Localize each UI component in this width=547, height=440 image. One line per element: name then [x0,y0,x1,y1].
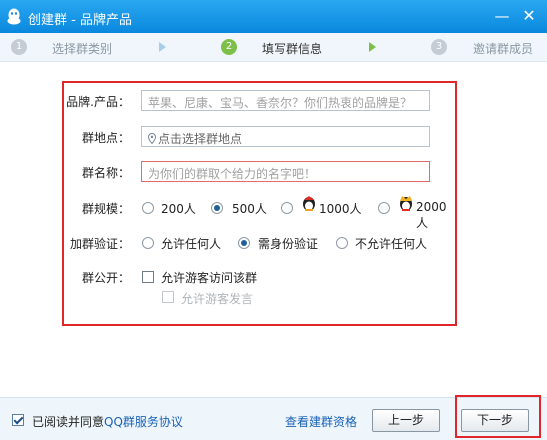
verify-anyone-radio[interactable] [142,237,154,249]
location-label: 群地点： [81,131,130,145]
scale-1000-radio[interactable] [281,202,293,214]
qq-penguin-icon [7,8,21,25]
scale-200-radio[interactable] [142,202,154,214]
brand-label: 品牌.产品： [66,95,130,109]
step-arrow-icon [369,42,376,52]
close-button[interactable]: ✕ [519,6,539,26]
service-agreement-link[interactable]: QQ群服务协议 [104,415,183,429]
scale-2000-radio[interactable] [378,202,390,214]
allow-visitor-label[interactable]: 允许游客访问该群 [161,269,257,286]
location-pin-icon [148,133,156,144]
prev-step-button[interactable]: 上一步 [372,409,440,432]
step-indicator: 1 选择群类别 2 填写群信息 3 邀请群成员 [0,33,547,62]
verify-identity-label[interactable]: 需身份验证 [258,235,318,252]
location-placeholder: 点击选择群地点 [158,132,243,146]
vip-penguin-icon [303,196,315,211]
minimize-button[interactable]: — [492,6,512,26]
group-name-label: 群名称： [81,166,130,180]
group-scale-label: 群规模： [81,202,130,216]
brand-input[interactable]: 苹果、尼康、宝马、香奈尔？你们热衷的品牌是？ [141,90,430,111]
step-2-label: 填写群信息 [262,42,323,56]
step-2-number: 2 [221,39,237,55]
step-arrow-icon [159,42,166,52]
step-3-number: 3 [431,39,447,55]
group-info-form: 品牌.产品： 苹果、尼康、宝马、香奈尔？你们热衷的品牌是？ 群地点： 点击选择群… [62,81,457,326]
step-1-label: 选择群类别 [52,42,113,56]
location-input[interactable]: 点击选择群地点 [141,126,430,147]
group-name-input[interactable]: 为你们的群取个给力的名字吧！ [141,161,430,182]
agree-prefix: 已阅读并同意 [32,415,105,429]
next-button-highlight [455,395,541,438]
step-1-number: 1 [11,39,27,55]
scale-500-label[interactable]: 500人 [232,200,267,217]
scale-1000-label[interactable]: 1000人 [319,200,362,217]
verify-nobody-label[interactable]: 不允许任何人 [355,235,427,252]
step-3-label: 邀请群成员 [473,42,534,56]
join-verify-label: 加群验证： [69,237,130,251]
verify-nobody-radio[interactable] [336,237,348,249]
agree-text: 已阅读并同意QQ群服务协议 [32,413,183,430]
verify-identity-radio[interactable] [238,237,250,249]
scale-2000-label[interactable]: 2000人 [416,200,455,231]
scale-500-radio[interactable] [211,202,223,214]
view-qualification-link[interactable]: 查看建群资格 [285,413,357,430]
title-bar: 创建群 - 品牌产品 — ✕ [0,0,547,33]
allow-visitor-speak-checkbox[interactable] [162,291,174,303]
verify-anyone-label[interactable]: 允许任何人 [161,235,221,252]
group-public-label: 群公开： [81,271,130,285]
allow-visitor-speak-label[interactable]: 允许游客发言 [181,290,253,307]
agree-checkbox[interactable] [12,414,24,426]
scale-200-label[interactable]: 200人 [161,200,196,217]
allow-visitor-checkbox[interactable] [142,271,154,283]
window-title: 创建群 - 品牌产品 [28,13,132,28]
svip-penguin-icon [400,196,412,211]
